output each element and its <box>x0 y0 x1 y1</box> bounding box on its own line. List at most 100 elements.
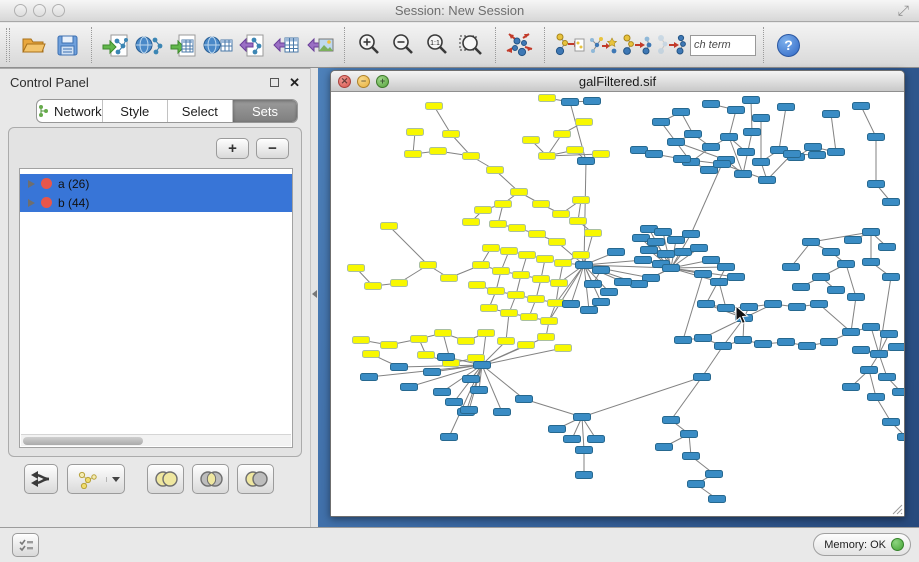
graph-node-blue[interactable] <box>474 362 491 369</box>
graph-node-blue[interactable] <box>883 419 900 426</box>
graph-node-yellow[interactable] <box>488 288 505 295</box>
graph-node-blue[interactable] <box>861 367 878 374</box>
graph-node-blue[interactable] <box>698 301 715 308</box>
graph-node-blue[interactable] <box>728 107 745 114</box>
graph-node-blue[interactable] <box>765 301 782 308</box>
graph-node-yellow[interactable] <box>495 201 512 208</box>
graph-node-blue[interactable] <box>675 249 692 256</box>
graph-node-blue[interactable] <box>863 229 880 236</box>
collapse-panel-arrow-icon[interactable] <box>312 290 317 298</box>
tab-network[interactable]: Network <box>37 100 103 122</box>
graph-node-blue[interactable] <box>461 407 478 414</box>
graph-node-blue[interactable] <box>843 384 860 391</box>
graph-node-blue[interactable] <box>868 134 885 141</box>
tab-style[interactable]: Style <box>103 100 168 122</box>
graph-node-blue[interactable] <box>633 235 650 242</box>
graph-node-yellow[interactable] <box>521 314 538 321</box>
graph-node-blue[interactable] <box>564 436 581 443</box>
graph-node-blue[interactable] <box>898 434 905 441</box>
graph-node-blue[interactable] <box>743 97 760 104</box>
graph-node-blue[interactable] <box>799 343 816 350</box>
graph-node-yellow[interactable] <box>420 262 437 269</box>
graph-node-blue[interactable] <box>848 294 865 301</box>
graph-node-blue[interactable] <box>703 144 720 151</box>
graph-node-yellow[interactable] <box>555 345 572 352</box>
set-list-item[interactable]: b (44) <box>20 193 292 212</box>
graph-node-blue[interactable] <box>744 129 761 136</box>
apply-preferred-layout-button[interactable] <box>503 27 537 63</box>
graph-node-blue[interactable] <box>574 414 591 421</box>
window-titlebar[interactable]: Session: New Session ⤢ <box>0 0 919 22</box>
close-panel-icon[interactable]: ✕ <box>289 76 300 89</box>
graph-node-blue[interactable] <box>441 434 458 441</box>
graph-node-blue[interactable] <box>438 354 455 361</box>
graph-node-blue[interactable] <box>889 344 905 351</box>
graph-node-yellow[interactable] <box>533 276 550 283</box>
export-table-button[interactable] <box>269 27 303 63</box>
graph-node-blue[interactable] <box>663 265 680 272</box>
graph-node-yellow[interactable] <box>576 119 593 126</box>
graph-node-yellow[interactable] <box>554 131 571 138</box>
graph-node-blue[interactable] <box>562 99 579 106</box>
graph-node-yellow[interactable] <box>405 151 422 158</box>
graph-node-blue[interactable] <box>585 281 602 288</box>
graph-node-blue[interactable] <box>718 305 735 312</box>
union-sets-button[interactable] <box>147 464 184 494</box>
graph-node-yellow[interactable] <box>573 197 590 204</box>
graph-node-blue[interactable] <box>823 111 840 118</box>
graph-node-blue[interactable] <box>655 229 672 236</box>
graph-node-blue[interactable] <box>648 239 665 246</box>
graph-node-blue[interactable] <box>853 103 870 110</box>
graph-node-blue[interactable] <box>601 289 618 296</box>
graph-node-blue[interactable] <box>584 98 601 105</box>
save-session-button[interactable] <box>50 27 84 63</box>
graph-node-blue[interactable] <box>424 369 441 376</box>
graph-node-blue[interactable] <box>823 249 840 256</box>
show-all-button[interactable] <box>654 27 688 63</box>
graph-node-blue[interactable] <box>709 496 726 503</box>
graph-node-blue[interactable] <box>463 376 480 383</box>
style-dropdown-arrow[interactable] <box>106 477 124 482</box>
graph-node-yellow[interactable] <box>538 334 555 341</box>
graph-node-yellow[interactable] <box>519 252 536 259</box>
graph-node-blue[interactable] <box>695 271 712 278</box>
graph-node-blue[interactable] <box>581 307 598 314</box>
graph-node-blue[interactable] <box>446 399 463 406</box>
graph-node-blue[interactable] <box>593 267 610 274</box>
graph-node-blue[interactable] <box>391 364 408 371</box>
new-network-from-selection-button[interactable] <box>552 27 586 63</box>
set-list[interactable]: a (26)b (44) <box>19 168 293 448</box>
graph-node-blue[interactable] <box>793 284 810 291</box>
graph-node-yellow[interactable] <box>469 282 486 289</box>
memory-status-widget[interactable]: Memory: OK <box>813 533 911 556</box>
graph-node-blue[interactable] <box>675 337 692 344</box>
graph-node-yellow[interactable] <box>483 245 500 252</box>
graph-node-yellow[interactable] <box>593 151 610 158</box>
graph-node-blue[interactable] <box>576 472 593 479</box>
graph-node-blue[interactable] <box>663 417 680 424</box>
create-style-button[interactable] <box>67 464 125 494</box>
graph-node-blue[interactable] <box>755 341 772 348</box>
graph-node-yellow[interactable] <box>511 189 528 196</box>
network-canvas[interactable] <box>331 92 904 516</box>
split-set-button[interactable] <box>24 464 58 494</box>
graph-node-blue[interactable] <box>718 264 735 271</box>
graph-node-yellow[interactable] <box>481 305 498 312</box>
graph-node-yellow[interactable] <box>430 148 447 155</box>
zoom-actual-size-button[interactable]: 1:1 <box>420 27 454 63</box>
graph-node-yellow[interactable] <box>463 219 480 226</box>
graph-node-blue[interactable] <box>879 374 896 381</box>
graph-node-blue[interactable] <box>615 279 632 286</box>
graph-node-blue[interactable] <box>843 329 860 336</box>
graph-node-blue[interactable] <box>863 324 880 331</box>
graph-node-yellow[interactable] <box>365 283 382 290</box>
graph-node-blue[interactable] <box>809 152 826 159</box>
graph-node-yellow[interactable] <box>463 153 480 160</box>
import-table-from-file-button[interactable] <box>167 27 201 63</box>
horizontal-scrollbar[interactable] <box>21 434 291 446</box>
graph-node-blue[interactable] <box>828 287 845 294</box>
network-frame-titlebar[interactable]: ✕ − + galFiltered.sif <box>331 71 904 92</box>
graph-node-blue[interactable] <box>563 301 580 308</box>
graph-node-yellow[interactable] <box>468 355 485 362</box>
graph-node-yellow[interactable] <box>518 342 535 349</box>
